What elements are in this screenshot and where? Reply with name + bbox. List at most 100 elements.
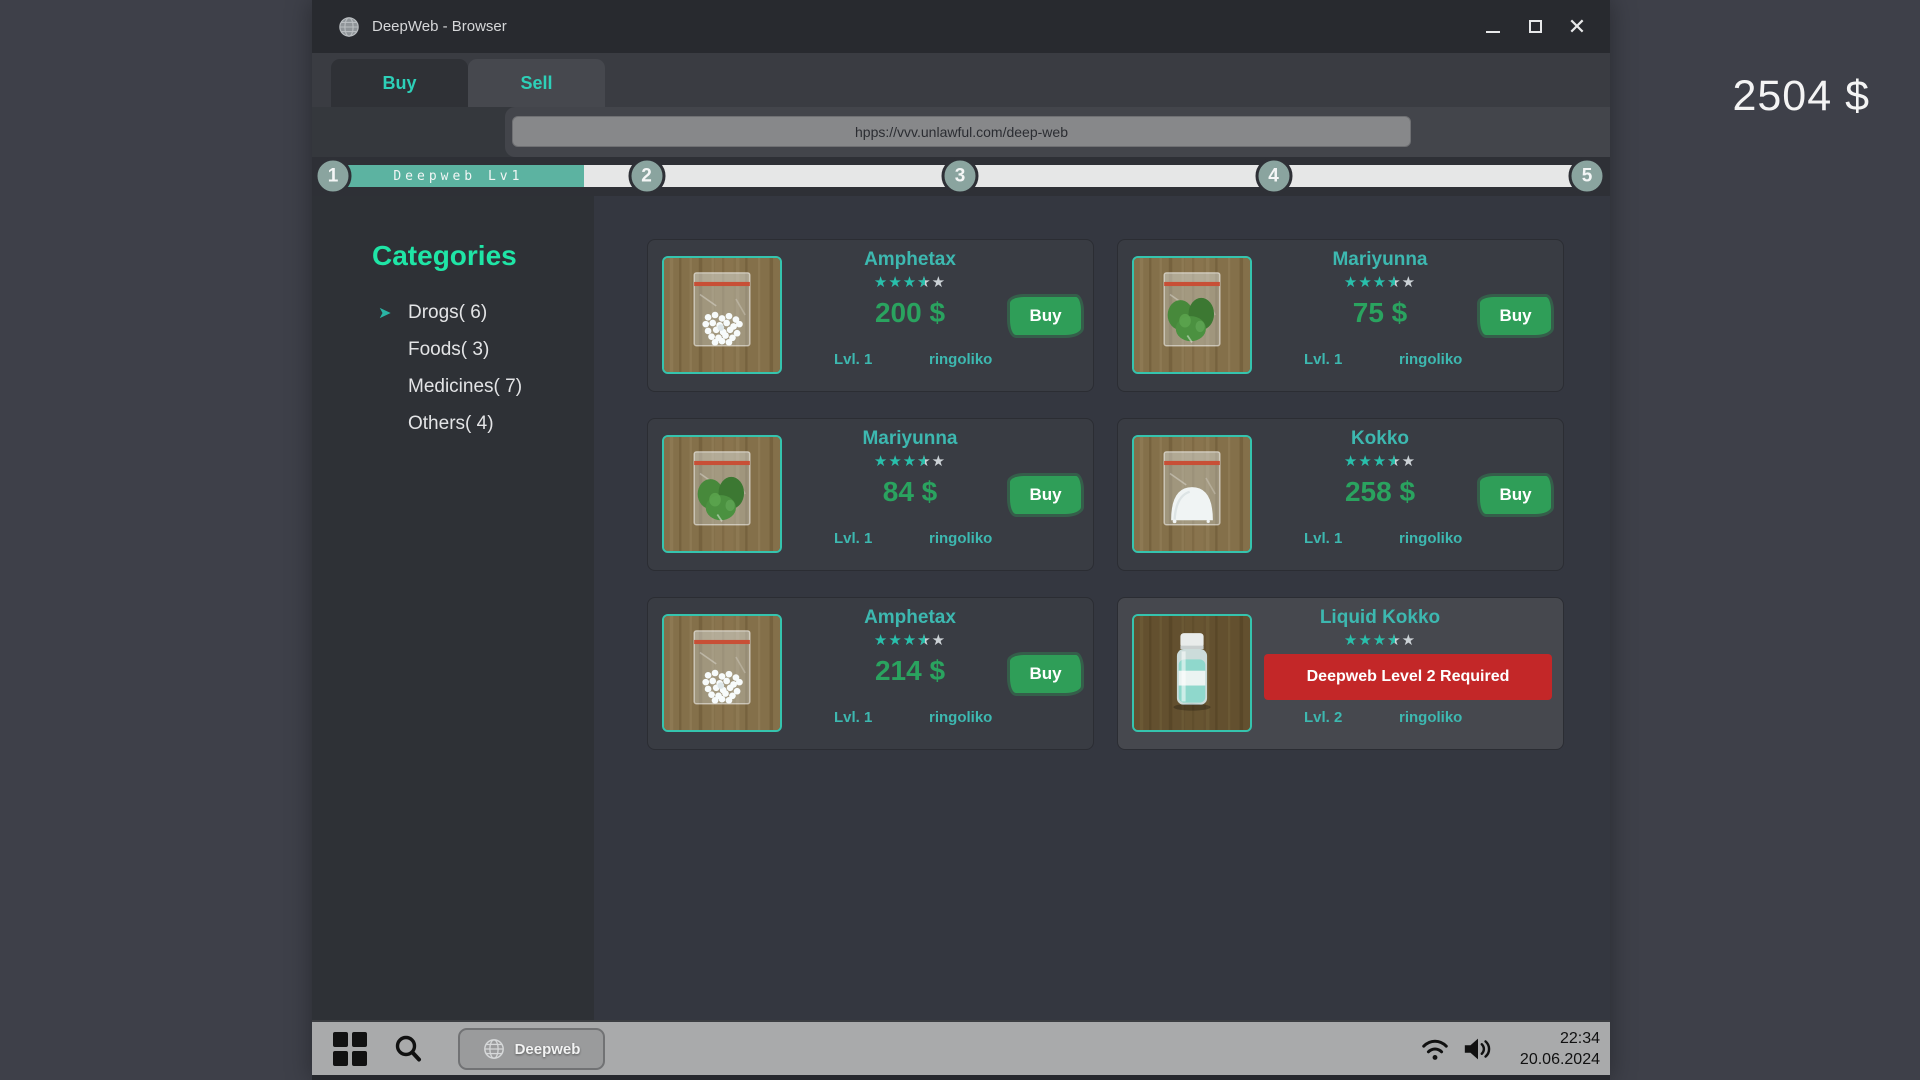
buy-button[interactable]: Buy — [1480, 297, 1551, 335]
start-grid-icon — [352, 1051, 367, 1066]
minimize-icon — [1486, 31, 1500, 33]
window-titlebar: DeepWeb - Browser ✕ — [312, 0, 1610, 53]
level-step-4: 4 — [1255, 158, 1292, 195]
globe-icon — [338, 16, 360, 38]
maximize-button[interactable] — [1524, 16, 1546, 38]
minimize-button[interactable] — [1482, 16, 1504, 38]
product-seller: ringoliko — [1399, 530, 1462, 547]
volume-icon[interactable] — [1462, 1035, 1494, 1063]
product-seller: ringoliko — [929, 530, 992, 547]
rating-stars: ★★★★★★ — [1252, 631, 1508, 649]
product-level: Lvl. 1 — [1304, 351, 1342, 368]
product-image-pills-baggie — [662, 256, 782, 374]
product-image-pills-baggie — [662, 614, 782, 732]
categories-list: ➤ Drogs( 6) ➤ Foods( 3) ➤ Medicines( 7) … — [312, 294, 594, 442]
product-image-weed-baggie — [1132, 256, 1252, 374]
product-name: Mariyunna — [782, 428, 1038, 450]
product-level: Lvl. 2 — [1304, 709, 1342, 726]
product-price: 75 $ — [1252, 297, 1508, 329]
product-name: Kokko — [1252, 428, 1508, 450]
taskbar: Deepweb 22:34 20.06.2024 — [312, 1020, 1610, 1075]
level-step-1: 1 — [315, 158, 352, 195]
buy-button[interactable]: Buy — [1480, 476, 1551, 514]
product-seller: ringoliko — [1399, 709, 1462, 726]
start-grid-icon — [333, 1051, 348, 1066]
product-level: Lvl. 1 — [834, 530, 872, 547]
search-icon[interactable] — [392, 1033, 424, 1065]
buy-button[interactable]: Buy — [1010, 297, 1081, 335]
deepweb-browser-window: DeepWeb - Browser ✕ Buy Sell hpps://vvv.… — [312, 0, 1610, 1080]
level-label: Deepweb Lv1 — [393, 169, 523, 184]
product-seller: ringoliko — [1399, 351, 1462, 368]
category-label: Foods( 3) — [408, 339, 489, 361]
product-price: 214 $ — [782, 655, 1038, 687]
start-grid-icon — [333, 1032, 348, 1047]
product-image-rock-baggie — [1132, 435, 1252, 553]
category-label: Medicines( 7) — [408, 376, 522, 398]
product-card: Mariyunna ★★★★★★ 75 $ Buy Lvl. 1 ringoli… — [1117, 239, 1564, 392]
buy-button[interactable]: Buy — [1010, 655, 1081, 693]
maximize-icon — [1529, 20, 1542, 33]
product-name: Mariyunna — [1252, 249, 1508, 271]
category-item-others[interactable]: ➤ Others( 4) — [312, 405, 594, 442]
product-card: Amphetax ★★★★★★ 214 $ Buy Lvl. 1 ringoli… — [647, 597, 1094, 750]
deepweb-level-row: Deepweb Lv1 1 2 3 4 5 — [312, 157, 1610, 196]
product-image-liquid-vial — [1132, 614, 1252, 732]
category-item-foods[interactable]: ➤ Foods( 3) — [312, 331, 594, 368]
close-button[interactable]: ✕ — [1566, 16, 1588, 38]
product-level: Lvl. 1 — [834, 351, 872, 368]
start-button[interactable] — [333, 1032, 367, 1066]
page-content: Categories ➤ Drogs( 6) ➤ Foods( 3) ➤ Med… — [312, 196, 1610, 1020]
start-grid-icon — [352, 1032, 367, 1047]
level-progress-fill: Deepweb Lv1 — [333, 165, 584, 187]
level-progress-track: Deepweb Lv1 1 2 3 4 5 — [333, 165, 1587, 187]
screen-bottom-edge — [312, 1075, 1610, 1080]
tab-sell[interactable]: Sell — [468, 59, 605, 107]
player-money: 2504 $ — [1732, 72, 1870, 121]
taskbar-clock[interactable]: 22:34 20.06.2024 — [1520, 1028, 1600, 1070]
category-label: Drogs( 6) — [408, 302, 487, 324]
window-title: DeepWeb - Browser — [372, 18, 507, 35]
product-level: Lvl. 1 — [834, 709, 872, 726]
rating-stars: ★★★★★★ — [782, 273, 1038, 291]
tab-row: Buy Sell — [312, 53, 1610, 107]
product-seller: ringoliko — [929, 351, 992, 368]
category-label: Others( 4) — [408, 413, 494, 435]
product-name: Amphetax — [782, 249, 1038, 271]
category-item-medicines[interactable]: ➤ Medicines( 7) — [312, 368, 594, 405]
close-icon: ✕ — [1568, 16, 1586, 38]
rating-stars: ★★★★★★ — [782, 452, 1038, 470]
level-step-2: 2 — [628, 158, 665, 195]
taskbar-app-label: Deepweb — [515, 1041, 581, 1058]
product-card: Mariyunna ★★★★★★ 84 $ Buy Lvl. 1 ringoli… — [647, 418, 1094, 571]
product-price: 200 $ — [782, 297, 1038, 329]
product-image-weed-baggie — [662, 435, 782, 553]
categories-sidebar: Categories ➤ Drogs( 6) ➤ Foods( 3) ➤ Med… — [312, 196, 594, 1020]
product-card: Amphetax ★★★★★★ 200 $ Buy Lvl. 1 ringoli… — [647, 239, 1094, 392]
tab-buy[interactable]: Buy — [331, 59, 468, 107]
category-item-drogs[interactable]: ➤ Drogs( 6) — [312, 294, 594, 331]
categories-title: Categories — [372, 240, 517, 272]
address-band: hpps://vvv.unlawful.com/deep-web — [312, 107, 1610, 157]
taskbar-app-deepweb[interactable]: Deepweb — [458, 1028, 605, 1070]
rating-stars: ★★★★★★ — [782, 631, 1038, 649]
rating-stars: ★★★★★★ — [1252, 452, 1508, 470]
clock-date: 20.06.2024 — [1520, 1049, 1600, 1070]
level-step-5: 5 — [1569, 158, 1606, 195]
clock-time: 22:34 — [1520, 1028, 1600, 1049]
product-listing: Amphetax ★★★★★★ 200 $ Buy Lvl. 1 ringoli… — [594, 196, 1610, 1020]
level-required-banner: Deepweb Level 2 Required — [1264, 654, 1552, 700]
buy-button[interactable]: Buy — [1010, 476, 1081, 514]
rating-stars: ★★★★★★ — [1252, 273, 1508, 291]
level-step-3: 3 — [942, 158, 979, 195]
product-grid: Amphetax ★★★★★★ 200 $ Buy Lvl. 1 ringoli… — [647, 239, 1564, 750]
product-card-locked: Liquid Kokko ★★★★★★ Deepweb Level 2 Requ… — [1117, 597, 1564, 750]
product-price: 84 $ — [782, 476, 1038, 508]
product-level: Lvl. 1 — [1304, 530, 1342, 547]
url-bar[interactable]: hpps://vvv.unlawful.com/deep-web — [512, 116, 1411, 147]
wifi-icon[interactable] — [1420, 1035, 1450, 1063]
product-card: Kokko ★★★★★★ 258 $ Buy Lvl. 1 ringoliko — [1117, 418, 1564, 571]
product-name: Amphetax — [782, 607, 1038, 629]
product-seller: ringoliko — [929, 709, 992, 726]
product-price: 258 $ — [1252, 476, 1508, 508]
